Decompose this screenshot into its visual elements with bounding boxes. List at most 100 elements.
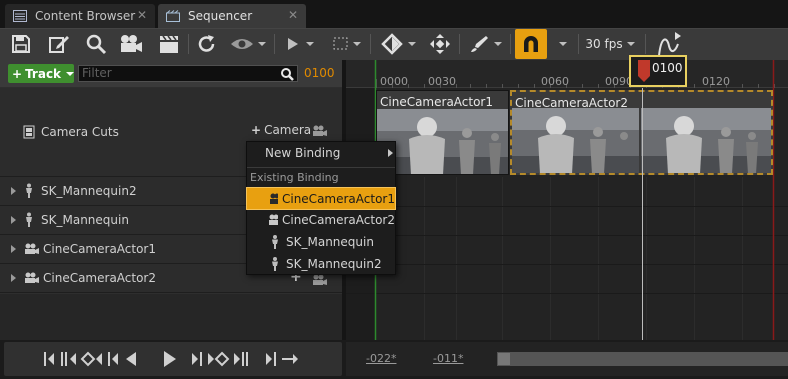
range-end-field[interactable]: -011*	[433, 352, 463, 365]
filter-input[interactable]: Filter	[78, 65, 298, 82]
toolbar-separator	[645, 34, 646, 54]
menu-item-label: CineCameraActor2	[281, 213, 395, 227]
fps-dropdown[interactable]: 30 fps	[585, 31, 635, 57]
mannequin-icon	[26, 183, 32, 198]
menu-item-new-binding[interactable]: New Binding	[247, 142, 395, 164]
scrollbar-thumb[interactable]	[498, 353, 510, 365]
track-label: SK_Mannequin	[41, 213, 129, 227]
chevron-down-icon	[306, 42, 314, 46]
expand-arrow-icon[interactable]	[11, 216, 16, 224]
section-label: CineCameraActor2	[515, 96, 629, 110]
tab-label: Sequencer	[188, 9, 253, 23]
play-reverse-icon	[108, 352, 118, 366]
track-label: CineCameraActor1	[43, 242, 157, 256]
eye-icon[interactable]	[229, 31, 267, 57]
add-camera-label: Camera	[264, 123, 312, 137]
key-icon[interactable]	[378, 31, 418, 57]
snap-options-dropdown[interactable]	[556, 31, 570, 57]
refresh-icon[interactable]	[194, 31, 220, 57]
toolbar-separator	[459, 34, 460, 54]
previous-key-icon	[61, 352, 76, 366]
filter-placeholder: Filter	[82, 66, 112, 80]
clapperboard-icon[interactable]	[156, 31, 182, 57]
menu-item-label: SK_Mannequin2	[286, 257, 382, 271]
edit-icon[interactable]	[46, 31, 72, 57]
range-start-field[interactable]: -022*	[366, 352, 396, 365]
play-icon	[164, 351, 176, 367]
loop-icon	[282, 354, 298, 364]
transform-icon[interactable]	[427, 31, 453, 57]
playhead-frame-box[interactable]: 0100	[629, 55, 687, 87]
chevron-down-icon	[258, 42, 266, 46]
camera-icon[interactable]	[117, 31, 145, 57]
add-track-button[interactable]: + Track	[8, 64, 75, 83]
camera-cuts-icon	[23, 125, 35, 139]
add-track-label: Track	[25, 66, 62, 81]
menu-item-cinecameraactor2[interactable]: CineCameraActor2	[247, 209, 395, 231]
sequencer-icon	[166, 10, 180, 22]
save-icon[interactable]	[8, 31, 34, 57]
chevron-down-icon	[626, 42, 635, 46]
menu-divider	[247, 167, 395, 168]
add-camera-button[interactable]: + Camera	[251, 123, 311, 137]
section-thumbnail	[377, 109, 508, 174]
current-frame-display: 0100	[304, 66, 335, 80]
toolbar-separator	[188, 34, 189, 54]
menu-item-sk-mannequin2[interactable]: SK_Mannequin2	[247, 253, 395, 275]
playhead-label: 0100	[652, 61, 683, 75]
search-icon[interactable]	[83, 31, 109, 57]
content-browser-icon	[13, 10, 27, 22]
menu-item-cinecameraactor1[interactable]: CineCameraActor1	[246, 187, 396, 210]
tab-label: Content Browser	[35, 9, 136, 23]
menu-item-label: CineCameraActor1	[281, 191, 395, 206]
chevron-right-icon	[388, 149, 393, 157]
fps-label: 30 fps	[585, 37, 623, 51]
menu-item-sk-mannequin[interactable]: SK_Mannequin	[247, 231, 395, 253]
toolbar-separator	[370, 34, 371, 54]
menu-item-label: New Binding	[265, 146, 341, 160]
search-icon	[281, 68, 294, 81]
plus-icon: +	[12, 66, 23, 81]
binding-menu: New Binding Existing Binding CineCameraA…	[246, 141, 396, 275]
jump-to-end-icon	[266, 352, 276, 366]
ruler-tick-label: 0000	[380, 75, 408, 88]
expand-arrow-icon[interactable]	[11, 245, 16, 253]
cine-camera-icon	[270, 193, 278, 204]
snap-magnet-icon[interactable]	[515, 29, 547, 59]
tab-sequencer[interactable]: Sequencer ✕	[158, 4, 306, 28]
toolbar-separator	[274, 34, 275, 54]
selection-icon[interactable]	[330, 31, 364, 57]
track-label: Camera Cuts	[41, 125, 119, 139]
play-icon[interactable]	[283, 31, 317, 57]
cine-camera-icon	[25, 272, 39, 283]
close-icon[interactable]: ✕	[288, 8, 298, 22]
transport-icons	[44, 351, 298, 367]
track-list-empty-space	[0, 294, 342, 340]
next-key-icon	[208, 351, 230, 367]
chevron-down-icon	[493, 42, 502, 46]
next-frame-icon	[192, 352, 202, 366]
toolbar-separator	[510, 34, 511, 54]
camera-icon[interactable]	[312, 274, 328, 286]
timeline-scrollbar[interactable]	[497, 352, 788, 366]
chevron-down-icon	[353, 42, 361, 46]
section-label: CineCameraActor1	[380, 95, 494, 109]
ruler-tick-label: 0060	[541, 75, 569, 88]
plus-icon: +	[251, 123, 262, 137]
playhead-marker-icon	[638, 60, 650, 82]
close-icon[interactable]: ✕	[137, 8, 147, 22]
menu-section-header: Existing Binding	[250, 171, 339, 184]
chevron-down-icon	[66, 71, 75, 76]
camera-icon[interactable]	[312, 125, 328, 137]
brush-icon[interactable]	[466, 31, 504, 57]
toolbar-separator	[578, 34, 579, 54]
ruler-tick-label: 0120	[702, 75, 730, 88]
track-label: SK_Mannequin2	[41, 184, 137, 198]
expand-arrow-icon[interactable]	[11, 274, 16, 282]
tab-content-browser[interactable]: Content Browser ✕	[5, 4, 155, 28]
jump-to-start-icon	[44, 352, 54, 366]
previous-frame-icon	[80, 351, 102, 367]
expand-arrow-icon[interactable]	[11, 187, 16, 195]
play-reverse-icon	[126, 352, 136, 366]
chevron-down-icon	[407, 42, 416, 46]
